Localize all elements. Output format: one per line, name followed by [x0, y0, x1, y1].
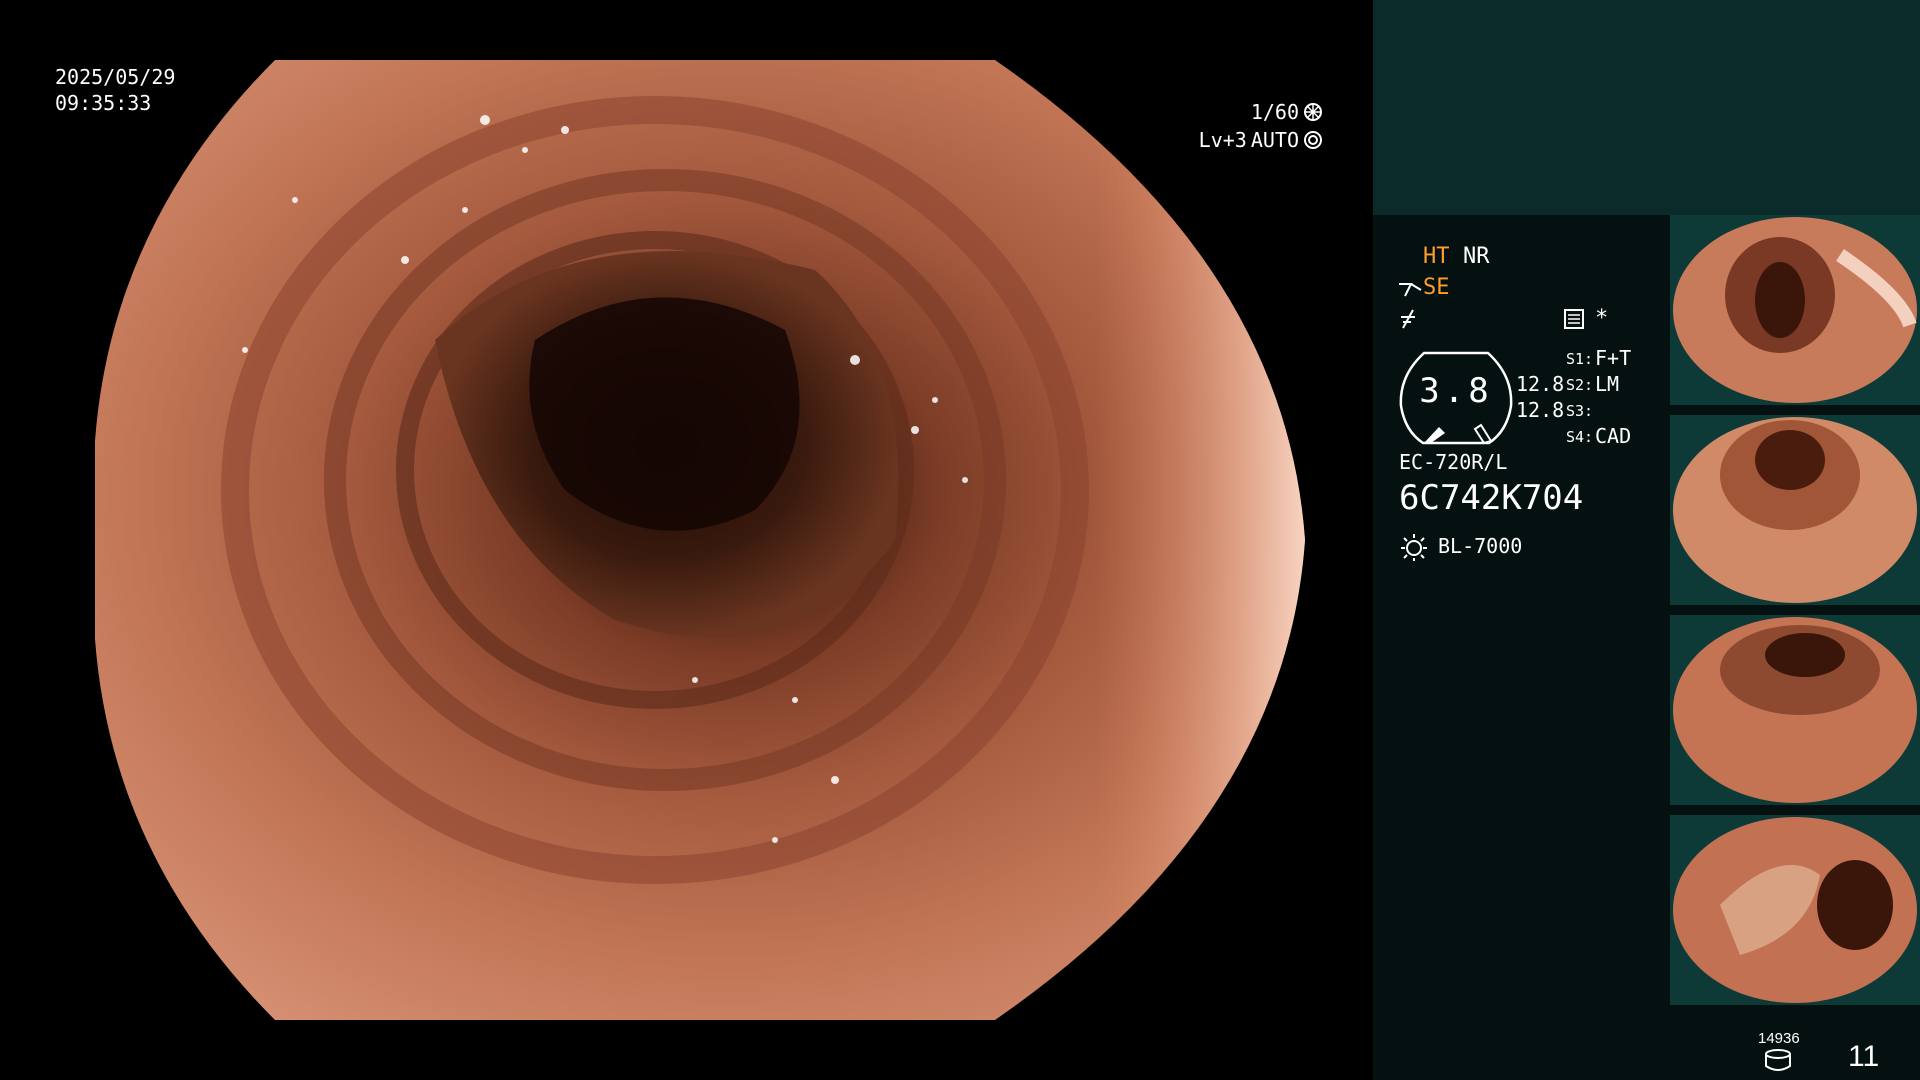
thumbnail-strip [1670, 215, 1920, 1015]
exposure-mode: AUTO [1250, 128, 1299, 152]
s4-key: S4: [1566, 428, 1594, 446]
shutter-speed: 1/60 [1250, 100, 1299, 124]
se-indicator: SE [1423, 275, 1450, 300]
value-2: 12.8 [1516, 398, 1565, 422]
s3-key: S3: [1566, 402, 1594, 420]
freeze-icon [1401, 309, 1415, 329]
ht-indicator: HT [1423, 244, 1450, 269]
exposure-info: 1/60 Lv+3 AUTO [1199, 98, 1323, 154]
storage-count: 14936 [1758, 1030, 1800, 1047]
side-panel-header [1373, 0, 1920, 215]
date-text: 2025/05/29 [55, 65, 176, 89]
image-count: 11 [1848, 1040, 1880, 1073]
thumbnail-4[interactable] [1670, 815, 1920, 1005]
s1-value: F+T [1595, 346, 1632, 370]
s1-key: S1: [1566, 350, 1594, 368]
s2-key: S2: [1566, 376, 1594, 394]
light-source-model: BL-7000 [1438, 534, 1523, 558]
settings-list-icon [1564, 309, 1584, 329]
value-1: 12.8 [1516, 372, 1565, 396]
light-source-icon [1401, 534, 1427, 561]
aperture-icon [1304, 103, 1322, 121]
brightness-level: Lv+3 [1198, 128, 1247, 152]
thumbnail-2[interactable] [1670, 415, 1920, 605]
s4-value: CAD [1595, 424, 1632, 448]
gauge-display: 3.8 [1399, 351, 1513, 445]
scope-model: EC-720R/L [1399, 450, 1508, 474]
scope-serial: 6C742K704 [1399, 478, 1584, 518]
thumbnail-image-2 [1670, 415, 1920, 605]
thumbnail-3[interactable] [1670, 615, 1920, 805]
s2-value: LM [1595, 372, 1620, 396]
thumbnail-image-1 [1670, 215, 1920, 405]
nr-indicator: NR [1463, 244, 1490, 269]
asterisk-indicator: * [1595, 306, 1609, 331]
iris-icon [1304, 131, 1322, 149]
thumbnail-image-3 [1670, 615, 1920, 805]
gauge-value: 3.8 [1419, 371, 1493, 411]
endoscope-main-view: 2025/05/29 09:35:33 1/60 Lv+3 AUTO [0, 0, 1373, 1080]
structure-enhancement-icon [1399, 283, 1422, 297]
date-time-overlay: 2025/05/29 09:35:33 [55, 64, 175, 116]
thumbnail-1[interactable] [1670, 215, 1920, 405]
info-side-panel: HT NR SE * 3.8 12.8 12.8 S1: F+T S2: LM … [1373, 0, 1920, 1080]
time-text: 09:35:33 [55, 91, 152, 115]
thumbnail-image-4 [1670, 815, 1920, 1005]
storage-icon [1765, 1049, 1791, 1071]
endoscopic-image [95, 60, 1306, 1020]
